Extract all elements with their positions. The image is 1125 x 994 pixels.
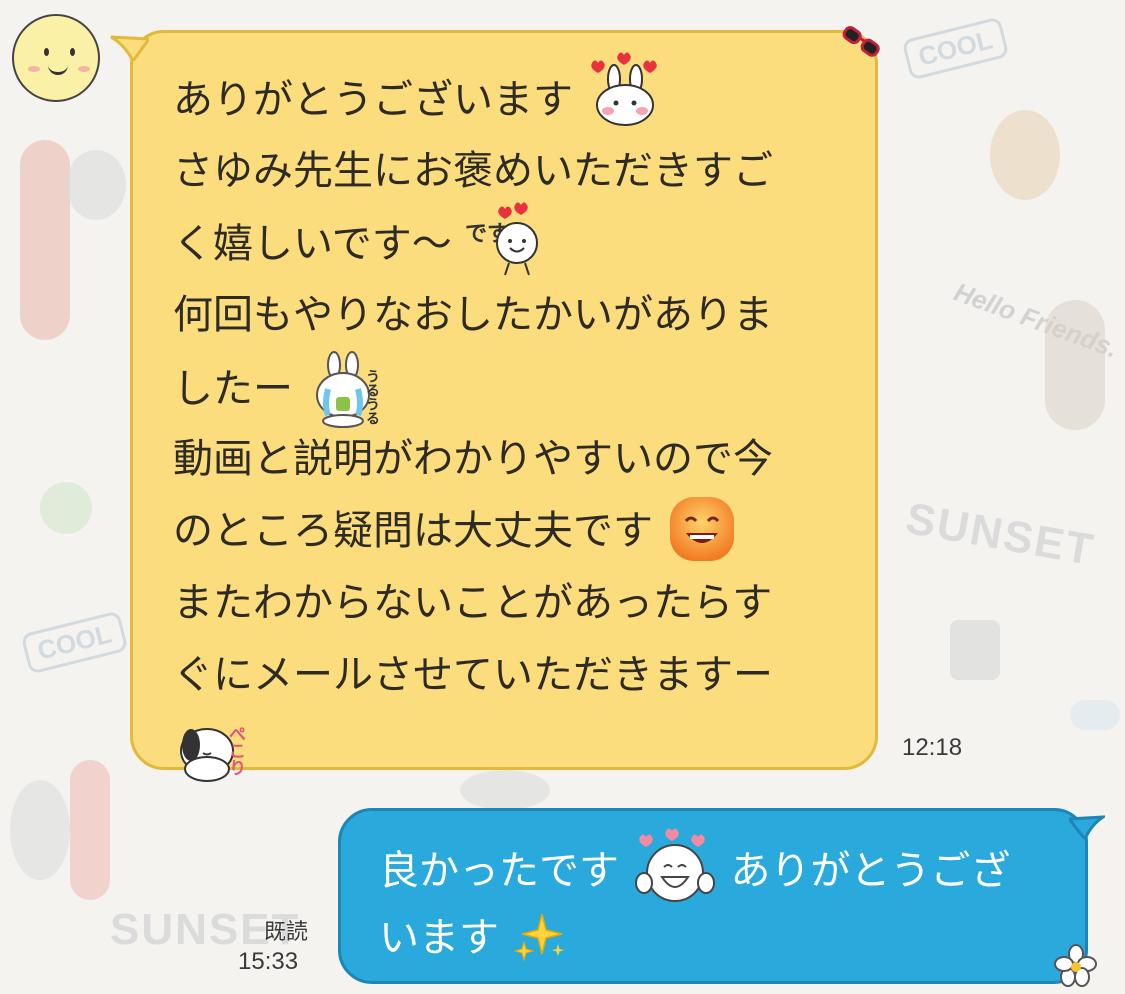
smiley-desu-icon: です xyxy=(465,201,545,279)
wallpaper-beach-ball xyxy=(40,482,92,534)
message-line-text: のところ疑問は大丈夫です xyxy=(173,508,653,554)
wallpaper-surfboard xyxy=(1070,700,1120,730)
snoopy-bow-icon: ぺこり xyxy=(173,711,259,787)
sunglasses-icon xyxy=(838,24,886,64)
wallpaper-mouse-figure xyxy=(10,780,70,880)
message-line: 何回もやりなおしたかいがありま xyxy=(173,279,773,351)
message-line-text: 動画と説明がわかりやすいので今 xyxy=(173,436,773,482)
message-line-text: したー xyxy=(173,366,293,412)
message-line-text: います xyxy=(379,915,499,961)
message-line-text: く嬉しいです〜 xyxy=(173,221,452,267)
wallpaper-cool-text: COOL xyxy=(20,610,129,675)
read-status: 既読 xyxy=(264,920,309,945)
bubble-tail xyxy=(1069,815,1105,839)
incoming-message-text: ありがとうございます さゆみ先生にお褒めいただきすご く嬉しいです〜 です 何回… xyxy=(173,52,773,791)
message-line-text: ぐにメールさせていただきますー xyxy=(173,652,773,698)
wallpaper-dog-figure xyxy=(1045,300,1105,430)
incoming-message-bubble[interactable]: ありがとうございます さゆみ先生にお褒めいただきすご く嬉しいです〜 です 何回… xyxy=(110,30,878,782)
message-line: います xyxy=(379,903,1010,973)
message-line: のところ疑問は大丈夫です xyxy=(173,495,773,567)
message-line: ぺこり xyxy=(173,711,773,791)
message-line: ありがとうございます xyxy=(173,52,773,135)
wallpaper-mouse-figure xyxy=(66,150,126,220)
message-line: く嬉しいです〜 です xyxy=(173,202,773,279)
wallpaper-sunset-text: SUNSET xyxy=(902,493,1099,576)
message-line-text: ありがとうございます xyxy=(173,77,573,123)
avatar-mouth xyxy=(48,62,68,75)
incoming-message-time: 12:18 xyxy=(902,734,963,761)
bubble-tail xyxy=(110,35,149,61)
sticker-uruuru-text: うるうる xyxy=(364,369,380,425)
message-line: さゆみ先生にお褒めいただきすご xyxy=(173,135,773,207)
message-line-text: 良かったです xyxy=(379,848,619,894)
outgoing-message-time: 15:33 xyxy=(238,948,299,975)
avatar-eye-icon xyxy=(44,48,49,56)
wallpaper-anchor xyxy=(950,620,1000,680)
message-line: したー うるうる xyxy=(173,351,773,428)
grinning-face-icon xyxy=(666,493,738,565)
message-line: 良かったです ありがとうござ xyxy=(379,828,1011,903)
flower-icon xyxy=(1054,944,1098,992)
message-line: ぐにメールさせていただきますー xyxy=(173,639,773,711)
outgoing-message-bubble[interactable]: 良かったです ありがとうござ います xyxy=(338,808,1105,984)
message-line-text: さゆみ先生にお褒めいただきすご xyxy=(173,148,773,194)
message-line-text: 何回もやりなおしたかいがありま xyxy=(173,292,773,338)
outgoing-message-text: 良かったです ありがとうござ います xyxy=(379,828,1011,973)
wallpaper-cool-text: COOL xyxy=(901,16,1010,81)
avatar-eye-icon xyxy=(70,48,75,56)
message-line: またわからないことがあったらす xyxy=(173,567,773,639)
message-line-text: またわからないことがあったらす xyxy=(173,580,773,626)
message-line: 動画と説明がわかりやすいので今 xyxy=(173,423,773,495)
sparkles-icon xyxy=(512,908,568,964)
sender-avatar[interactable] xyxy=(12,14,100,102)
wallpaper-chipmunk xyxy=(990,110,1060,200)
sticker-pekori-text: ぺこり xyxy=(225,725,246,776)
happy-face-hearts-icon xyxy=(632,827,718,907)
avatar-blush xyxy=(78,66,90,72)
wallpaper-surfboard xyxy=(20,140,70,340)
avatar-blush xyxy=(28,66,40,72)
bunny-hearts-icon xyxy=(586,49,664,127)
crying-bunny-icon: うるうる xyxy=(306,349,392,429)
wallpaper-surfboard xyxy=(70,760,110,900)
message-line-text: ありがとうござ xyxy=(730,848,1011,894)
